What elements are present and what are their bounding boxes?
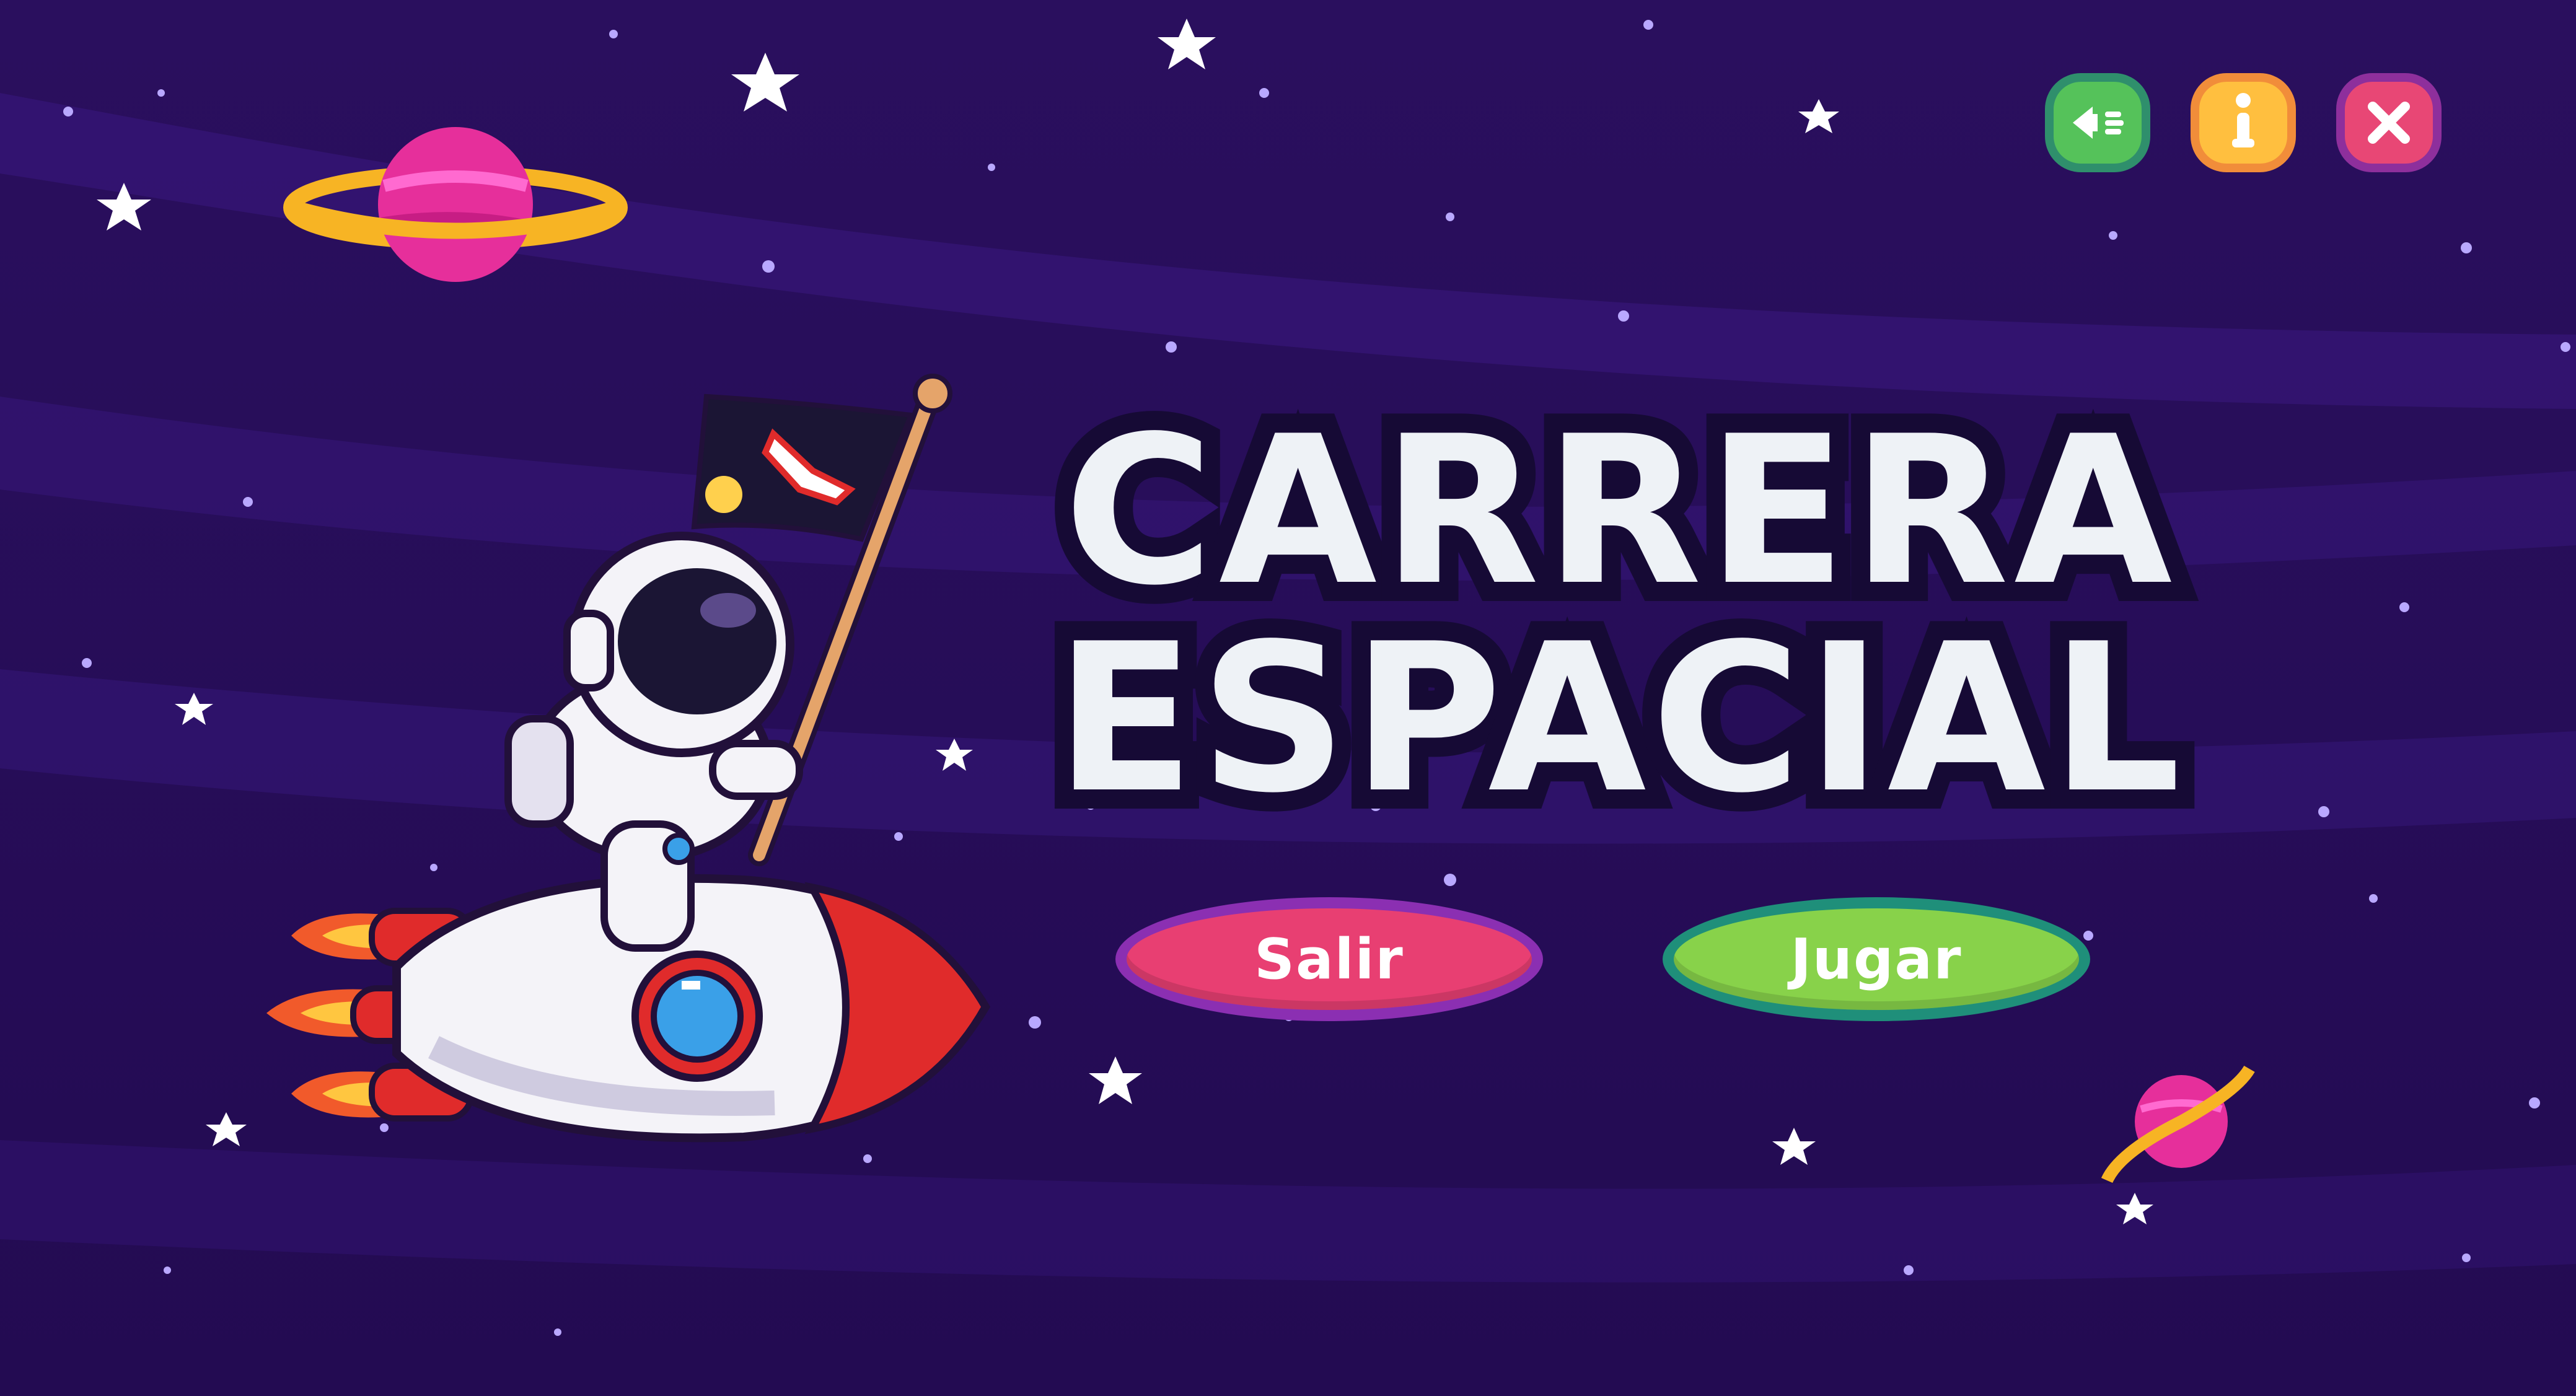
play-button[interactable]: Jugar bbox=[1663, 897, 2090, 1021]
close-icon bbox=[2368, 102, 2410, 144]
exit-button-label: Salir bbox=[1254, 926, 1404, 992]
game-title-line-1: CARRERA bbox=[1045, 390, 2192, 633]
game-start-screen: CARRERA ESPACIAL Salir Jugar bbox=[0, 0, 2576, 1396]
game-title-line-2: ESPACIAL bbox=[1036, 597, 2200, 840]
sound-button[interactable] bbox=[2045, 73, 2150, 172]
speaker-icon bbox=[2073, 107, 2124, 139]
play-button-label: Jugar bbox=[1790, 926, 1963, 992]
info-icon bbox=[2232, 93, 2254, 147]
close-button[interactable] bbox=[2336, 73, 2442, 172]
info-button[interactable] bbox=[2191, 73, 2296, 172]
exit-button[interactable]: Salir bbox=[1115, 897, 1543, 1021]
